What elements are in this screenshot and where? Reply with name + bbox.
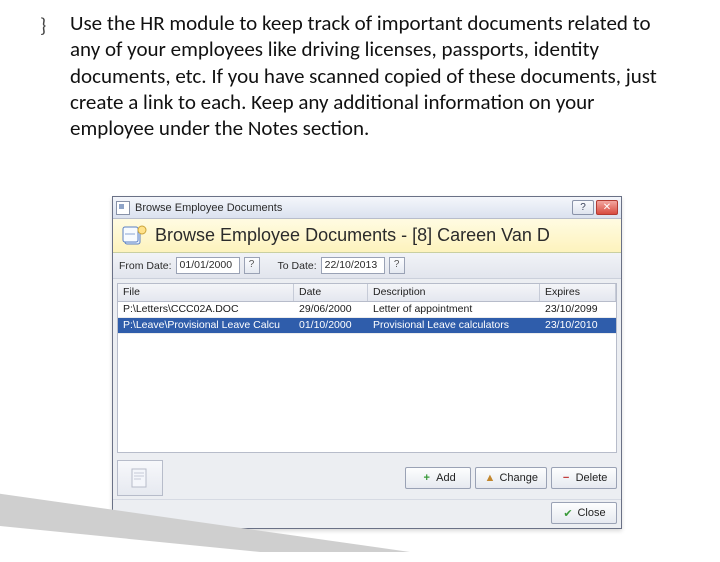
action-bar: + Add ▲ Change − Delete	[113, 457, 621, 499]
titlebar[interactable]: Browse Employee Documents ? ✕	[113, 197, 621, 219]
minus-icon: −	[561, 473, 572, 484]
col-description[interactable]: Description	[368, 284, 540, 301]
delete-button[interactable]: − Delete	[551, 467, 617, 489]
close-button[interactable]: ✔ Close	[551, 502, 617, 524]
help-button[interactable]: ?	[572, 200, 594, 215]
from-date-label: From Date:	[119, 260, 172, 272]
to-date-label: To Date:	[278, 260, 317, 272]
to-date-picker-button[interactable]: ?	[389, 257, 405, 274]
close-window-button[interactable]: ✕	[596, 200, 618, 215]
window-icon	[116, 201, 130, 215]
col-date[interactable]: Date	[294, 284, 368, 301]
cell-expires: 23/10/2010	[540, 318, 616, 333]
col-file[interactable]: File	[118, 284, 294, 301]
slide-paragraph: Use the HR module to keep track of impor…	[70, 10, 682, 141]
table-body[interactable]: P:\Letters\CCC02A.DOC 29/06/2000 Letter …	[118, 302, 616, 452]
delete-label: Delete	[576, 472, 608, 484]
close-label: Close	[577, 507, 605, 519]
documents-icon	[121, 223, 147, 249]
col-expires[interactable]: Expires	[540, 284, 616, 301]
cell-date: 01/10/2000	[294, 318, 368, 333]
plus-icon: +	[421, 473, 432, 484]
document-thumbnail[interactable]	[117, 460, 163, 496]
cell-description: Provisional Leave calculators	[368, 318, 540, 333]
documents-table: File Date Description Expires P:\Letters…	[117, 283, 617, 453]
from-date-input[interactable]: 01/01/2000	[176, 257, 240, 274]
check-icon: ✔	[562, 508, 573, 519]
window: Browse Employee Documents ? ✕ Browse Emp…	[112, 196, 622, 529]
cell-description: Letter of appointment	[368, 302, 540, 317]
change-label: Change	[499, 472, 538, 484]
bullet-glyph: }	[40, 14, 46, 38]
table-row[interactable]: P:\Letters\CCC02A.DOC 29/06/2000 Letter …	[118, 302, 616, 318]
change-button[interactable]: ▲ Change	[475, 467, 547, 489]
add-label: Add	[436, 472, 456, 484]
add-button[interactable]: + Add	[405, 467, 471, 489]
close-bar: ✔ Close	[113, 499, 621, 528]
cell-date: 29/06/2000	[294, 302, 368, 317]
from-date-picker-button[interactable]: ?	[244, 257, 260, 274]
window-title: Browse Employee Documents	[135, 202, 572, 214]
header-banner: Browse Employee Documents - [8] Careen V…	[113, 219, 621, 253]
table-header: File Date Description Expires	[118, 284, 616, 302]
table-row[interactable]: P:\Leave\Provisional Leave Calcu 01/10/2…	[118, 318, 616, 334]
header-title: Browse Employee Documents - [8] Careen V…	[155, 225, 550, 246]
cell-file: P:\Letters\CCC02A.DOC	[118, 302, 294, 317]
cell-file: P:\Leave\Provisional Leave Calcu	[118, 318, 294, 333]
triangle-up-icon: ▲	[484, 473, 495, 484]
to-date-input[interactable]: 22/10/2013	[321, 257, 385, 274]
filter-bar: From Date: 01/01/2000 ? To Date: 22/10/2…	[113, 253, 621, 279]
cell-expires: 23/10/2099	[540, 302, 616, 317]
